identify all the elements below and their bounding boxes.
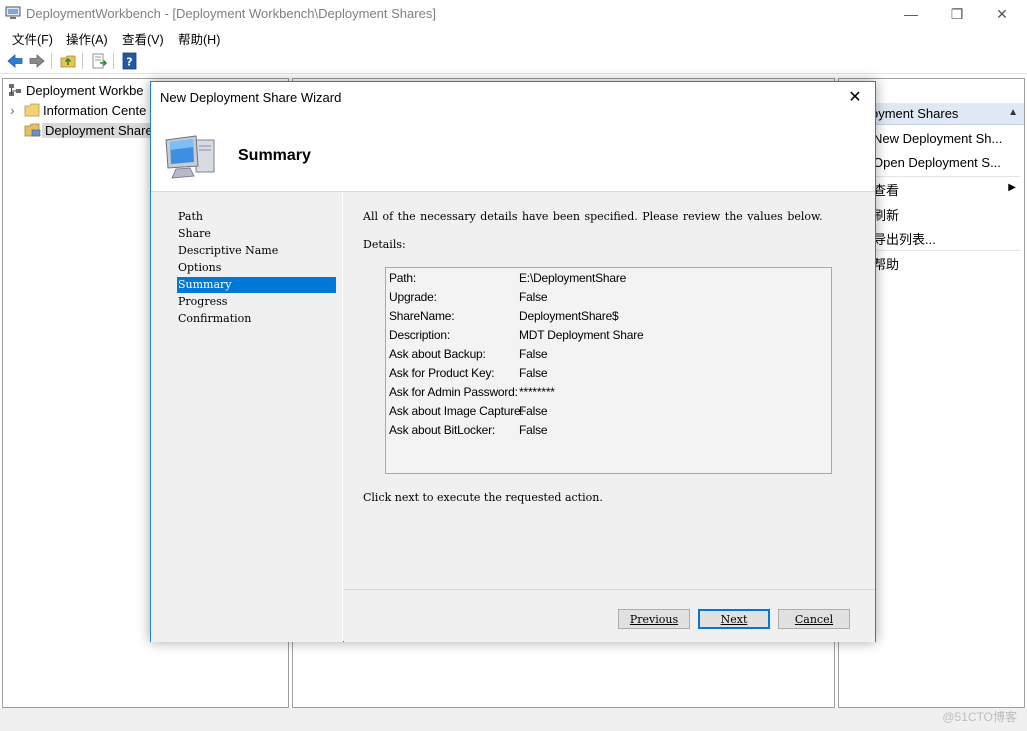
menu-view[interactable]: 查看(V) bbox=[122, 29, 164, 48]
step-progress: Progress bbox=[178, 295, 228, 308]
step-summary: Summary bbox=[177, 277, 336, 293]
export-list-icon[interactable] bbox=[90, 52, 108, 70]
submenu-arrow-icon: ▶ bbox=[1008, 182, 1016, 193]
watermark: @51CTO博客 bbox=[942, 710, 1017, 724]
details-box[interactable]: Path: E:\DeploymentShare Upgrade: False Sh… bbox=[385, 267, 832, 474]
action-refresh[interactable]: 刷新 bbox=[873, 205, 899, 224]
action-help[interactable]: 帮助 bbox=[873, 254, 899, 273]
step-options: Options bbox=[178, 261, 222, 274]
tree-root-label: Deployment Workbe bbox=[26, 82, 144, 98]
status-bar: @51CTO博客 bbox=[0, 708, 1027, 731]
step-descriptive-name: Descriptive Name bbox=[178, 244, 279, 257]
cancel-button[interactable]: Cancel bbox=[778, 609, 850, 629]
window-title: DeploymentWorkbench - [Deployment Workbe… bbox=[26, 6, 436, 21]
action-export-list[interactable]: 导出列表... bbox=[873, 229, 936, 248]
minimize-button[interactable]: — bbox=[888, 0, 934, 28]
svg-text:?: ? bbox=[126, 56, 132, 69]
detail-row: Ask for Admin Password: ******** bbox=[389, 385, 555, 399]
detail-row: Ask about Image Capture: False bbox=[389, 404, 548, 418]
deployment-workbench-icon bbox=[5, 6, 21, 19]
expand-chevron-icon[interactable]: › bbox=[10, 102, 24, 118]
step-share: Share bbox=[178, 227, 211, 240]
wizard-steps-list: Path Share Descriptive Name Options Summ… bbox=[151, 193, 343, 642]
tree-root[interactable]: Deployment Workbe bbox=[7, 81, 147, 99]
wizard-content: All of the necessary details have been s… bbox=[344, 193, 875, 590]
summary-intro-text: All of the necessary details have been s… bbox=[363, 210, 823, 223]
detail-row: ShareName: DeploymentShare$ bbox=[389, 309, 619, 323]
computer-icon bbox=[165, 135, 215, 179]
maximize-button[interactable]: ❐ bbox=[934, 0, 980, 28]
menu-file[interactable]: 文件(F) bbox=[12, 29, 53, 48]
menu-bar: 文件(F) 操作(A) 查看(V) 帮助(H) bbox=[0, 28, 1027, 48]
tree-item-label: Information Cente bbox=[43, 102, 147, 118]
workbench-tree-icon bbox=[9, 84, 21, 96]
details-label: Details: bbox=[363, 238, 406, 251]
detail-row: Path: E:\DeploymentShare bbox=[389, 271, 627, 285]
wizard-close-button[interactable]: ✕ bbox=[835, 82, 875, 112]
step-path: Path bbox=[178, 210, 203, 223]
menu-help[interactable]: 帮助(H) bbox=[178, 29, 220, 48]
detail-row: Description: MDT Deployment Share bbox=[389, 328, 644, 342]
collapse-arrow-icon[interactable]: ▲ bbox=[1008, 107, 1018, 118]
back-arrow-icon[interactable] bbox=[6, 52, 24, 70]
step-confirmation: Confirmation bbox=[178, 312, 252, 325]
deployment-share-folder-icon bbox=[24, 123, 41, 137]
wizard-titlebar: New Deployment Share Wizard ✕ bbox=[151, 82, 875, 112]
tree-item-information-center[interactable]: › Information Cente bbox=[10, 101, 149, 119]
detail-row: Ask for Product Key: False bbox=[389, 366, 548, 380]
detail-row: Ask about Backup: False bbox=[389, 347, 548, 361]
wizard-header: Summary bbox=[151, 112, 875, 192]
up-folder-icon[interactable] bbox=[59, 52, 77, 70]
detail-row: Ask about BitLocker: False bbox=[389, 423, 548, 437]
tree-item-label: Deployment Share bbox=[42, 122, 156, 138]
window-titlebar: DeploymentWorkbench - [Deployment Workbe… bbox=[0, 0, 1027, 28]
help-icon[interactable]: ? bbox=[121, 52, 139, 70]
previous-button[interactable]: Previous bbox=[618, 609, 690, 629]
forward-arrow-icon[interactable] bbox=[28, 52, 46, 70]
wizard-footer: Previous Next Cancel bbox=[344, 591, 875, 642]
new-deployment-share-wizard: New Deployment Share Wizard ✕ Summary Pa… bbox=[150, 81, 876, 642]
next-button[interactable]: Next bbox=[698, 609, 770, 629]
detail-row: Upgrade: False bbox=[389, 290, 548, 304]
actions-header-label: oyment Shares bbox=[871, 106, 959, 121]
wizard-title: New Deployment Share Wizard bbox=[160, 90, 342, 105]
folder-icon bbox=[24, 103, 40, 117]
action-view[interactable]: 查看 bbox=[873, 180, 899, 199]
click-next-text: Click next to execute the requested acti… bbox=[363, 491, 603, 504]
tree-item-deployment-shares[interactable]: Deployment Share bbox=[24, 121, 156, 139]
toolbar: ? bbox=[0, 48, 1027, 74]
action-new-deployment-share[interactable]: New Deployment Sh... bbox=[873, 131, 1002, 146]
close-window-button[interactable]: ✕ bbox=[979, 0, 1025, 28]
menu-action[interactable]: 操作(A) bbox=[66, 29, 108, 48]
action-open-deployment-share[interactable]: Open Deployment S... bbox=[873, 155, 1001, 170]
wizard-page-title: Summary bbox=[238, 147, 311, 164]
